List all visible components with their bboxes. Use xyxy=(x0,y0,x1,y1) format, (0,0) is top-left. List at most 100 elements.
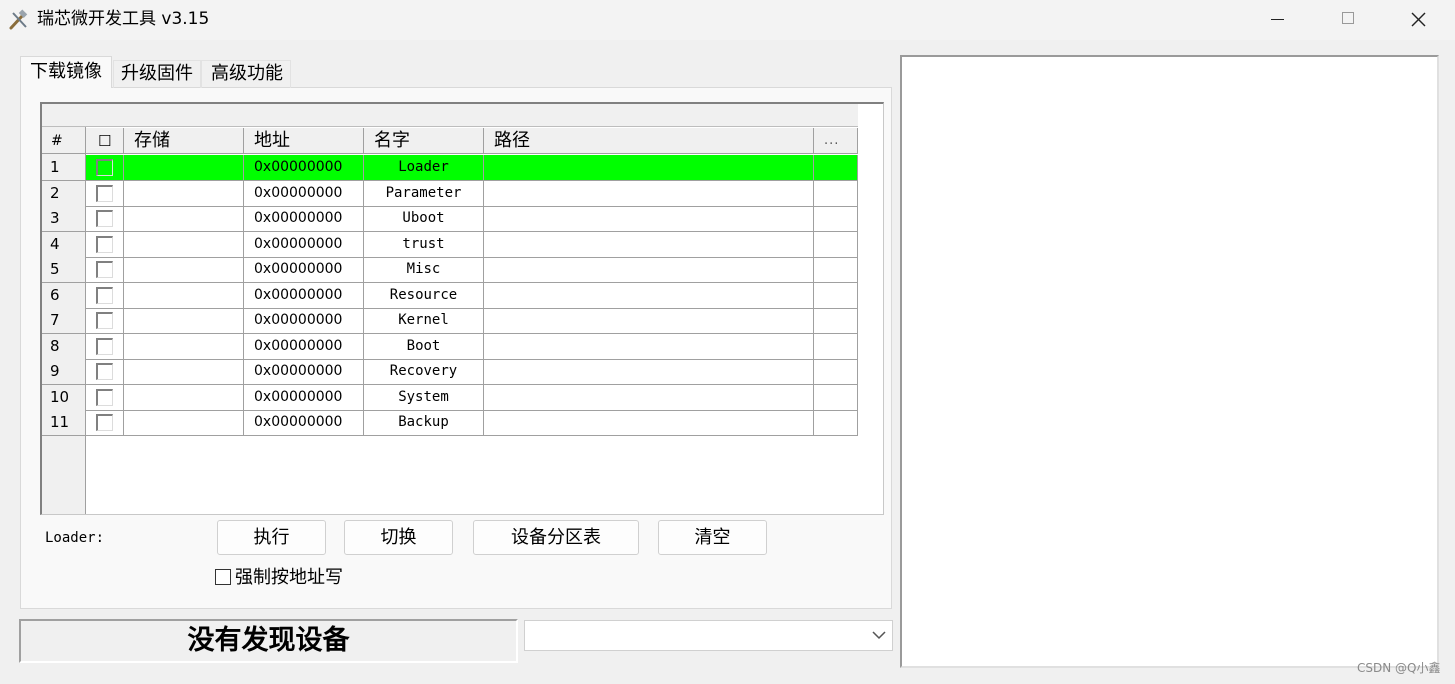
path-cell[interactable] xyxy=(484,206,814,232)
name-cell[interactable]: System xyxy=(364,384,484,411)
row-checkbox-cell[interactable] xyxy=(86,384,124,411)
close-button[interactable] xyxy=(1383,0,1453,40)
path-cell[interactable] xyxy=(484,384,814,411)
path-cell[interactable] xyxy=(484,257,814,283)
storage-cell[interactable] xyxy=(124,257,244,283)
address-cell[interactable]: 0x00000000 xyxy=(244,257,364,283)
row-checkbox-cell[interactable] xyxy=(86,308,124,334)
header-path[interactable]: 路径 xyxy=(484,128,814,154)
tab-download-image[interactable]: 下载镜像 xyxy=(20,56,112,88)
address-cell[interactable]: 0x00000000 xyxy=(244,384,364,411)
row-checkbox[interactable] xyxy=(96,261,113,278)
storage-cell[interactable] xyxy=(124,359,244,385)
row-checkbox-cell[interactable] xyxy=(86,231,124,258)
log-panel[interactable] xyxy=(900,55,1439,668)
name-cell[interactable]: Uboot xyxy=(364,206,484,232)
row-checkbox-cell[interactable] xyxy=(86,359,124,385)
browse-cell[interactable] xyxy=(814,308,858,334)
storage-cell[interactable] xyxy=(124,384,244,411)
row-checkbox-cell[interactable] xyxy=(86,410,124,436)
row-checkbox[interactable] xyxy=(96,184,113,202)
row-checkbox[interactable] xyxy=(96,414,113,431)
table-row[interactable]: 8 0x00000000 Boot xyxy=(42,333,860,360)
row-checkbox-cell[interactable] xyxy=(86,333,124,360)
row-checkbox-cell[interactable] xyxy=(86,206,124,232)
path-cell[interactable] xyxy=(484,155,814,181)
table-row[interactable]: 3 0x00000000 Uboot xyxy=(42,206,860,232)
header-browse[interactable]: ... xyxy=(814,128,858,154)
row-checkbox-cell[interactable] xyxy=(86,282,124,309)
row-checkbox[interactable] xyxy=(96,337,113,355)
address-cell[interactable]: 0x00000000 xyxy=(244,180,364,207)
table-row[interactable]: 5 0x00000000 Misc xyxy=(42,257,860,283)
address-cell[interactable]: 0x00000000 xyxy=(244,155,364,181)
partition-table-button[interactable]: 设备分区表 xyxy=(473,520,639,555)
storage-cell[interactable] xyxy=(124,410,244,436)
row-checkbox-cell[interactable] xyxy=(86,155,124,181)
name-cell[interactable]: Recovery xyxy=(364,359,484,385)
name-cell[interactable]: Misc xyxy=(364,257,484,283)
row-checkbox[interactable] xyxy=(96,286,113,304)
path-cell[interactable] xyxy=(484,333,814,360)
table-row[interactable]: 10 0x00000000 System xyxy=(42,384,860,411)
row-checkbox[interactable] xyxy=(96,363,113,380)
header-name[interactable]: 名字 xyxy=(364,128,484,154)
storage-cell[interactable] xyxy=(124,155,244,181)
name-cell[interactable]: Boot xyxy=(364,333,484,360)
row-checkbox-cell[interactable] xyxy=(86,180,124,207)
row-checkbox[interactable] xyxy=(96,210,113,227)
name-cell[interactable]: trust xyxy=(364,231,484,258)
name-cell[interactable]: Resource xyxy=(364,282,484,309)
browse-cell[interactable] xyxy=(814,155,858,181)
path-cell[interactable] xyxy=(484,282,814,309)
storage-cell[interactable] xyxy=(124,308,244,334)
checkbox-box[interactable] xyxy=(215,569,231,585)
browse-cell[interactable] xyxy=(814,359,858,385)
address-cell[interactable]: 0x00000000 xyxy=(244,282,364,309)
address-cell[interactable]: 0x00000000 xyxy=(244,359,364,385)
browse-cell[interactable] xyxy=(814,206,858,232)
storage-cell[interactable] xyxy=(124,282,244,309)
tab-advanced-functions[interactable]: 高级功能 xyxy=(201,60,291,88)
storage-cell[interactable] xyxy=(124,206,244,232)
address-cell[interactable]: 0x00000000 xyxy=(244,308,364,334)
row-checkbox[interactable] xyxy=(96,235,113,253)
address-cell[interactable]: 0x00000000 xyxy=(244,206,364,232)
force-write-checkbox[interactable]: 强制按地址写 xyxy=(215,566,343,590)
tab-upgrade-firmware[interactable]: 升级固件 xyxy=(113,60,201,88)
storage-cell[interactable] xyxy=(124,231,244,258)
header-select-all[interactable]: ☐ xyxy=(86,128,124,154)
path-cell[interactable] xyxy=(484,231,814,258)
table-row[interactable]: 4 0x00000000 trust xyxy=(42,231,860,258)
row-checkbox[interactable] xyxy=(96,312,113,329)
switch-button[interactable]: 切换 xyxy=(344,520,453,555)
clear-button[interactable]: 清空 xyxy=(658,520,767,555)
browse-cell[interactable] xyxy=(814,384,858,411)
device-select[interactable] xyxy=(524,620,893,651)
row-checkbox[interactable] xyxy=(96,388,113,406)
path-cell[interactable] xyxy=(484,359,814,385)
browse-cell[interactable] xyxy=(814,333,858,360)
browse-cell[interactable] xyxy=(814,231,858,258)
table-row[interactable]: 2 0x00000000 Parameter xyxy=(42,180,860,207)
browse-cell[interactable] xyxy=(814,282,858,309)
storage-cell[interactable] xyxy=(124,333,244,360)
path-cell[interactable] xyxy=(484,410,814,436)
table-row[interactable]: 1 0x00000000 Loader xyxy=(42,155,860,181)
address-cell[interactable]: 0x00000000 xyxy=(244,410,364,436)
maximize-button[interactable] xyxy=(1313,0,1383,40)
browse-cell[interactable] xyxy=(814,180,858,207)
name-cell[interactable]: Parameter xyxy=(364,180,484,207)
minimize-button[interactable] xyxy=(1243,0,1313,40)
header-storage[interactable]: 存储 xyxy=(124,128,244,154)
address-cell[interactable]: 0x00000000 xyxy=(244,231,364,258)
path-cell[interactable] xyxy=(484,308,814,334)
name-cell[interactable]: Kernel xyxy=(364,308,484,334)
name-cell[interactable]: Backup xyxy=(364,410,484,436)
row-checkbox[interactable] xyxy=(96,159,113,176)
table-row[interactable]: 6 0x00000000 Resource xyxy=(42,282,860,309)
table-row[interactable]: 9 0x00000000 Recovery xyxy=(42,359,860,385)
browse-cell[interactable] xyxy=(814,257,858,283)
storage-cell[interactable] xyxy=(124,180,244,207)
address-cell[interactable]: 0x00000000 xyxy=(244,333,364,360)
